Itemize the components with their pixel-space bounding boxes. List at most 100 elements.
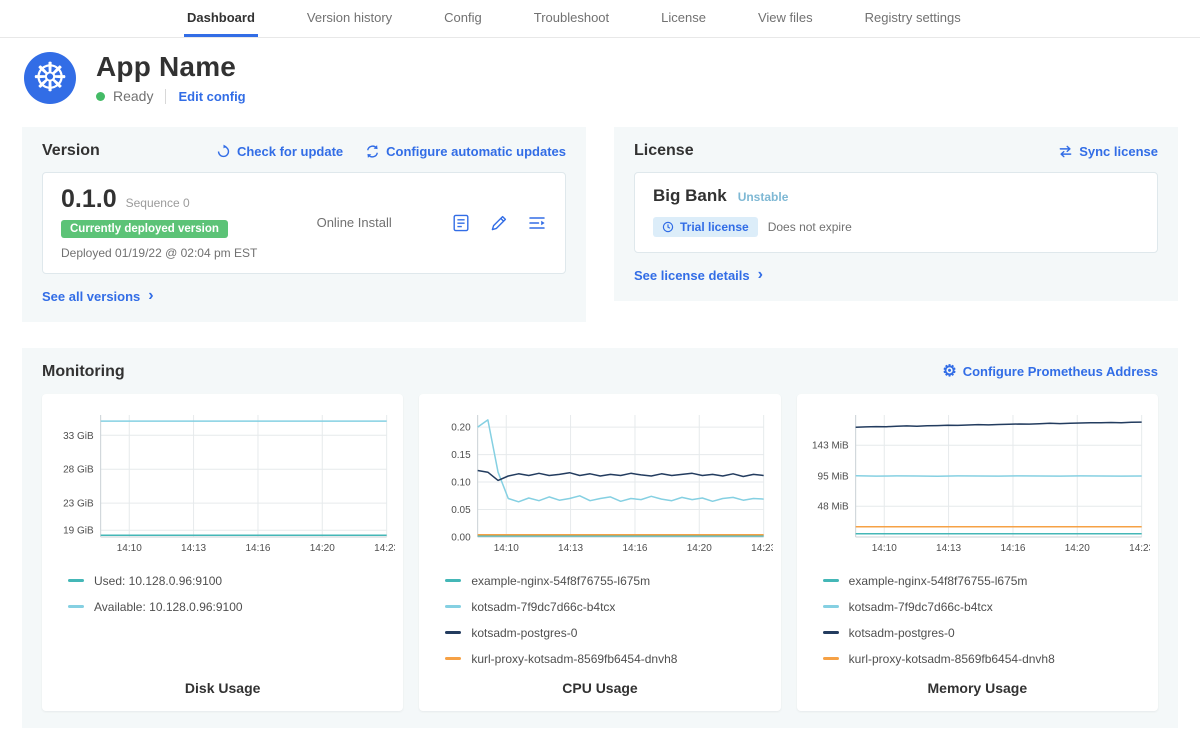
legend-item: kotsadm-7f9dc7d66c-b4tcx <box>823 600 1150 614</box>
license-panel: License Sync license Big Bank Unstable <box>614 127 1178 301</box>
svg-text:19 GiB: 19 GiB <box>63 525 94 536</box>
sync-license-link[interactable]: Sync license <box>1058 144 1158 159</box>
svg-text:14:16: 14:16 <box>1000 543 1025 554</box>
legend-label: example-nginx-54f8f76755-l675m <box>471 574 650 588</box>
legend-swatch <box>823 631 839 634</box>
legend-swatch <box>445 579 461 582</box>
trial-license-badge: Trial license <box>653 217 758 237</box>
see-license-details-label: See license details <box>634 268 750 283</box>
legend-item: kurl-proxy-kotsadm-8569fb6454-dnvh8 <box>823 652 1150 666</box>
chart-title: CPU Usage <box>427 666 772 696</box>
divider <box>165 89 166 104</box>
tab-registry-settings[interactable]: Registry settings <box>862 0 964 37</box>
svg-text:0.00: 0.00 <box>452 532 472 543</box>
legend-item: Used: 10.128.0.96:9100 <box>68 574 395 588</box>
legend-label: kotsadm-7f9dc7d66c-b4tcx <box>849 600 993 614</box>
svg-text:0.10: 0.10 <box>452 477 472 488</box>
legend-label: kurl-proxy-kotsadm-8569fb6454-dnvh8 <box>849 652 1055 666</box>
trial-license-label: Trial license <box>680 220 749 234</box>
legend-swatch <box>445 657 461 660</box>
tab-dashboard[interactable]: Dashboard <box>184 0 258 37</box>
monitoring-panel: Monitoring ⚙ Configure Prometheus Addres… <box>22 348 1178 728</box>
customer-name: Big Bank <box>653 186 727 206</box>
disk-usage-legend: Used: 10.128.0.96:9100 Available: 10.128… <box>50 562 395 614</box>
legend-swatch <box>68 579 84 582</box>
version-info: 0.1.0 Sequence 0 Currently deployed vers… <box>61 185 257 260</box>
cpu-usage-card: 0.000.050.100.150.2014:1014:1314:1614:20… <box>419 394 780 711</box>
svg-text:33 GiB: 33 GiB <box>63 430 94 441</box>
app-header: ☸ App Name Ready Edit config <box>0 38 1200 115</box>
version-actions <box>451 213 547 233</box>
configure-prometheus-link[interactable]: ⚙ Configure Prometheus Address <box>942 364 1158 380</box>
deployed-timestamp: Deployed 01/19/22 @ 02:04 pm EST <box>61 246 257 260</box>
tab-version-history[interactable]: Version history <box>304 0 395 37</box>
svg-text:0.20: 0.20 <box>452 422 472 433</box>
legend-item: kurl-proxy-kotsadm-8569fb6454-dnvh8 <box>445 652 772 666</box>
svg-text:14:20: 14:20 <box>687 543 712 554</box>
release-notes-icon[interactable] <box>451 213 471 233</box>
legend-label: Used: 10.128.0.96:9100 <box>94 574 222 588</box>
chevron-right-icon: › <box>148 288 153 304</box>
svg-text:14:20: 14:20 <box>1064 543 1089 554</box>
see-all-versions-link[interactable]: See all versions › <box>42 288 154 304</box>
legend-label: kotsadm-postgres-0 <box>849 626 955 640</box>
legend-item: example-nginx-54f8f76755-l675m <box>823 574 1150 588</box>
view-logs-icon[interactable] <box>527 213 547 233</box>
legend-item: Available: 10.128.0.96:9100 <box>68 600 395 614</box>
svg-text:0.15: 0.15 <box>452 450 472 461</box>
cpu-usage-legend: example-nginx-54f8f76755-l675m kotsadm-7… <box>427 562 772 666</box>
license-expiration: Does not expire <box>768 220 852 234</box>
legend-swatch <box>823 657 839 660</box>
edit-config-link[interactable]: Edit config <box>178 89 245 104</box>
memory-usage-card: 48 MiB95 MiB143 MiB14:1014:1314:1614:201… <box>797 394 1158 711</box>
helm-wheel-glyph: ☸ <box>32 58 68 98</box>
version-number: 0.1.0 <box>61 185 117 214</box>
tab-troubleshoot[interactable]: Troubleshoot <box>531 0 612 37</box>
tab-view-files[interactable]: View files <box>755 0 816 37</box>
legend-item: kotsadm-postgres-0 <box>823 626 1150 640</box>
ready-status-dot-icon <box>96 92 105 101</box>
memory-usage-legend: example-nginx-54f8f76755-l675m kotsadm-7… <box>805 562 1150 666</box>
legend-swatch <box>823 605 839 608</box>
configure-automatic-updates-link[interactable]: Configure automatic updates <box>365 144 566 159</box>
svg-text:14:13: 14:13 <box>558 543 583 554</box>
tab-config[interactable]: Config <box>441 0 485 37</box>
clock-icon <box>662 221 674 233</box>
legend-label: kotsadm-7f9dc7d66c-b4tcx <box>471 600 615 614</box>
svg-text:143 MiB: 143 MiB <box>812 440 849 451</box>
cpu-usage-chart: 0.000.050.100.150.2014:1014:1314:1614:20… <box>427 407 772 557</box>
license-panel-title: License <box>634 142 694 160</box>
svg-text:23 GiB: 23 GiB <box>63 498 94 509</box>
legend-label: kotsadm-postgres-0 <box>471 626 577 640</box>
svg-text:14:23: 14:23 <box>1129 543 1150 554</box>
edit-config-icon[interactable] <box>489 213 509 233</box>
legend-label: example-nginx-54f8f76755-l675m <box>849 574 1028 588</box>
panels-row: Version Check for update <box>22 127 1178 322</box>
app-title: App Name <box>96 51 246 83</box>
svg-text:0.05: 0.05 <box>452 505 472 516</box>
version-panel-title: Version <box>42 142 100 160</box>
channel-label: Unstable <box>738 190 789 204</box>
legend-swatch <box>68 605 84 608</box>
see-license-details-link[interactable]: See license details › <box>634 267 763 283</box>
sync-arrows-icon <box>1058 144 1073 159</box>
deployed-status-badge: Currently deployed version <box>61 220 228 238</box>
app-status-row: Ready Edit config <box>96 88 246 104</box>
memory-usage-chart: 48 MiB95 MiB143 MiB14:1014:1314:1614:201… <box>805 407 1150 557</box>
top-nav: Dashboard Version history Config Trouble… <box>0 0 1200 38</box>
chart-title: Disk Usage <box>50 666 395 696</box>
legend-swatch <box>445 605 461 608</box>
configure-automatic-updates-label: Configure automatic updates <box>386 144 566 159</box>
svg-text:14:10: 14:10 <box>494 543 519 554</box>
legend-label: Available: 10.128.0.96:9100 <box>94 600 243 614</box>
legend-item: kotsadm-7f9dc7d66c-b4tcx <box>445 600 772 614</box>
auto-update-cycle-icon <box>365 144 380 159</box>
license-card: Big Bank Unstable Trial license Does n <box>634 172 1158 253</box>
svg-text:48 MiB: 48 MiB <box>817 501 848 512</box>
admin-console-page: Dashboard Version history Config Trouble… <box>0 0 1200 746</box>
version-panel: Version Check for update <box>22 127 586 322</box>
disk-usage-card: 19 GiB23 GiB28 GiB33 GiB14:1014:1314:161… <box>42 394 403 711</box>
kubernetes-logo-icon: ☸ <box>24 52 76 104</box>
tab-license[interactable]: License <box>658 0 709 37</box>
check-for-update-link[interactable]: Check for update <box>216 144 343 159</box>
